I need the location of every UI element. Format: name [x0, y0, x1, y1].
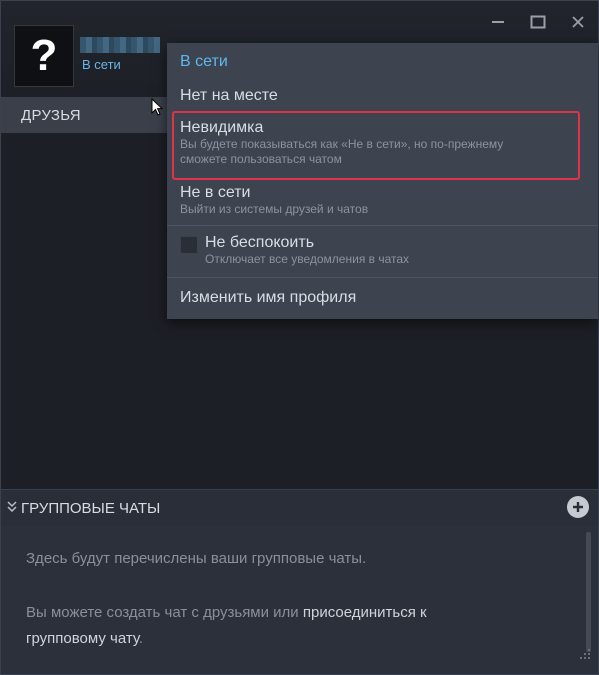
group-chats-hint: Вы можете создать чат с друзьями или при… [26, 600, 546, 652]
add-group-chat-icon[interactable] [567, 496, 589, 518]
friends-label: ДРУЗЬЯ [21, 107, 81, 124]
group-chats-empty-text: Здесь будут перечислены ваши групповые ч… [26, 550, 367, 567]
status-option-dnd[interactable]: Не беспокоить Отключает все уведомления … [205, 234, 409, 267]
dnd-checkbox[interactable] [180, 236, 198, 254]
group-chats-header[interactable]: ГРУППОВЫЕ ЧАТЫ [1, 489, 598, 526]
join-group-chat-link-cont[interactable]: групповому чату [26, 630, 139, 647]
window-controls [478, 7, 598, 37]
friends-window: ? В сети ДРУЗЬЯ ГРУППОВЫЕ ЧАТЫ Здесь буд… [0, 0, 599, 675]
group-chats-label: ГРУППОВЫЕ ЧАТЫ [21, 500, 161, 517]
status-dropdown: В сети Нет на месте Невидимка Вы будете … [167, 43, 598, 319]
username-blurred[interactable] [80, 37, 160, 53]
join-group-chat-link[interactable]: присоединиться к [303, 604, 427, 621]
offline-subtitle: Выйти из системы друзей и чатов [180, 202, 369, 216]
invisible-subtitle-1: Вы будете показываться как «Не в сети», … [180, 137, 504, 151]
status-option-away[interactable]: Нет на месте [180, 87, 278, 105]
avatar-placeholder: ? [30, 31, 58, 80]
offline-title: Не в сети [180, 184, 251, 201]
friends-section-header[interactable]: ДРУЗЬЯ [1, 97, 171, 133]
change-profile-name[interactable]: Изменить имя профиля [180, 289, 356, 307]
maximize-icon[interactable] [518, 7, 558, 37]
minimize-icon[interactable] [478, 7, 518, 37]
status-option-invisible[interactable]: Невидимка Вы будете показываться как «Не… [180, 119, 503, 167]
menu-divider [167, 225, 598, 226]
collapse-chevron-icon[interactable] [6, 500, 18, 515]
current-status[interactable]: В сети [82, 57, 121, 72]
status-option-online[interactable]: В сети [180, 53, 228, 71]
create-chat-text: Вы можете создать чат с друзьями или [26, 604, 303, 621]
hint-period: . [138, 630, 144, 647]
scrollbar[interactable] [586, 532, 591, 652]
status-option-offline[interactable]: Не в сети Выйти из системы друзей и чато… [180, 184, 368, 217]
group-chats-body: Здесь будут перечислены ваши групповые ч… [1, 526, 598, 674]
mouse-cursor-icon [151, 98, 164, 116]
avatar[interactable]: ? [14, 25, 74, 87]
invisible-title: Невидимка [180, 119, 264, 136]
menu-divider [167, 277, 598, 278]
close-icon[interactable] [558, 7, 598, 37]
resize-grip-icon[interactable] [578, 647, 592, 666]
invisible-subtitle-2: сможете пользоваться чатом [180, 152, 342, 166]
dnd-subtitle: Отключает все уведомления в чатах [205, 252, 410, 266]
dnd-title: Не беспокоить [205, 234, 315, 251]
